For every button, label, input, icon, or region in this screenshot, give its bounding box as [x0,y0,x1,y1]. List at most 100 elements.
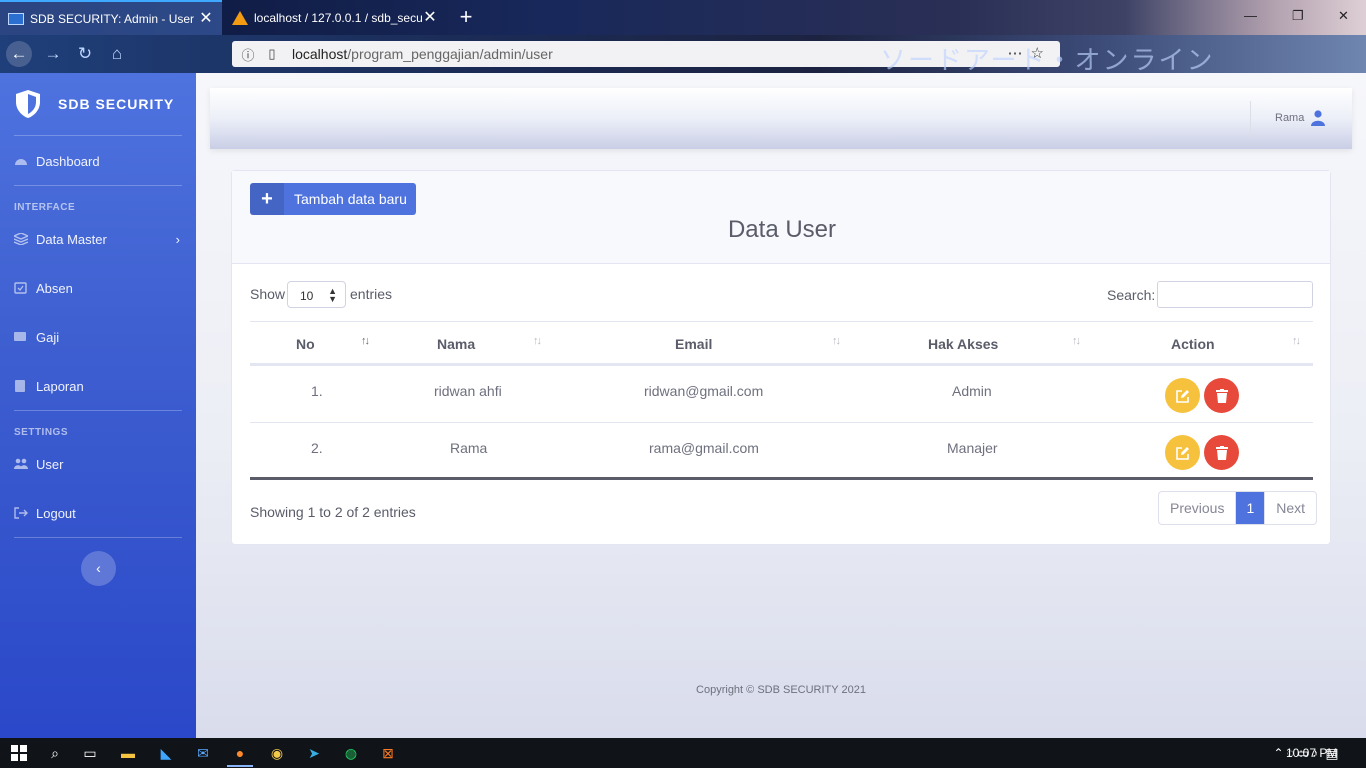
column-header-hak-akses[interactable]: Hak Akses [928,336,998,352]
table-row: 2. Rama rama@gmail.com Manajer [250,423,1313,480]
delete-button[interactable] [1204,378,1239,413]
close-tab-icon[interactable]: ✕ [198,10,214,27]
edit-icon [1175,446,1189,460]
shield-icon [16,90,40,118]
sidebar-item-absen[interactable]: Absen [14,278,182,298]
home-icon[interactable]: ⌂ [104,41,130,67]
vscode-icon[interactable]: ◣ [156,743,176,763]
sort-icon[interactable]: ↑↓ [832,335,841,347]
notifications-icon[interactable]: ▤ [1322,743,1342,763]
mail-icon[interactable]: ✉ [193,743,213,763]
theme-decoration-text: ソードアート・オンライン [880,46,1215,76]
entries-label: entries [350,286,393,302]
column-header-nama[interactable]: Nama [437,336,475,352]
topbar-divider [1250,101,1251,137]
cell-nama: ridwan ahfi [434,383,502,399]
cell-no: 1. [311,383,323,399]
edit-button[interactable] [1165,435,1200,470]
browser-tab-bar: SDB SECURITY: Admin - User ✕ localhost /… [0,0,1366,35]
search-icon[interactable]: ⌕ [45,743,65,763]
cell-nama: Rama [450,440,488,456]
cell-email: rama@gmail.com [649,440,759,456]
new-tab-icon[interactable]: + [456,6,476,28]
url-path: /program_penggajian/admin/user [347,46,553,62]
edit-icon [1175,389,1189,403]
reload-icon[interactable]: ↻ [72,41,98,67]
data-user-card: + Tambah data baru Data User Show 10 ▲ ▼ … [231,170,1331,545]
page-title-text: Data User [727,216,837,243]
site-favicon-icon [8,12,24,25]
show-label: Show [250,286,286,302]
sort-icon[interactable]: ↑↓ [533,335,542,347]
tab-title: localhost / 127.0.0.1 / sdb_secu [254,10,422,25]
task-view-icon[interactable]: ▭ [80,743,100,763]
sidebar-toggle-button[interactable]: ‹ [81,551,116,586]
sidebar: SDB SECURITY Dashboard INTERFACE Data Ma… [0,73,196,738]
sidebar-divider [14,537,182,538]
active-app-indicator [227,765,253,767]
sort-icon[interactable]: ↑↓ [1292,335,1301,347]
close-tab-icon[interactable]: ✕ [422,9,438,26]
chrome-icon[interactable]: ◉ [267,743,287,763]
sort-asc-icon[interactable]: ↑↓ [361,335,370,347]
page-icon: ▯ [268,46,276,61]
info-icon[interactable]: ⓘ [240,45,256,64]
select-arrows-icon: ▲ ▼ [328,286,337,304]
column-header-email[interactable]: Email [675,336,712,352]
trash-icon [1215,445,1228,460]
forward-icon[interactable]: → [40,41,66,67]
cell-no: 2. [311,440,323,456]
page-title: Data User [232,216,1332,244]
sidebar-item-gaji[interactable]: Gaji [14,327,182,347]
search-input[interactable] [1157,281,1313,308]
xampp-icon[interactable]: ⊠ [378,743,398,763]
browser-tab-phpmyadmin[interactable]: localhost / 127.0.0.1 / sdb_secu ✕ [224,0,446,35]
plus-icon: + [250,183,284,215]
sidebar-item-label: Data Master [36,231,107,247]
previous-page-button[interactable]: Previous [1159,492,1237,524]
page-content: SDB SECURITY Dashboard INTERFACE Data Ma… [0,73,1366,738]
chevron-right-icon: › [175,231,180,247]
sidebar-item-label: Laporan [36,378,84,394]
user-icon[interactable] [1311,110,1325,126]
telegram-icon[interactable]: ➤ [304,743,324,763]
add-data-button[interactable]: + Tambah data baru [250,183,416,215]
browser-tab-admin-user[interactable]: SDB SECURITY: Admin - User ✕ [0,0,222,35]
sidebar-item-dashboard[interactable]: Dashboard [14,151,182,171]
restore-window-icon[interactable]: ❐ [1292,8,1304,24]
page-1-button[interactable]: 1 [1236,492,1266,524]
edit-button[interactable] [1165,378,1200,413]
next-page-button[interactable]: Next [1265,492,1316,524]
url-text[interactable]: localhost/program_penggajian/admin/user [292,46,553,62]
delete-button[interactable] [1204,435,1239,470]
sidebar-item-laporan[interactable]: Laporan [14,376,182,396]
cell-email: ridwan@gmail.com [644,383,764,399]
file-explorer-icon[interactable]: ▬ [118,743,138,763]
footer-copyright: Copyright © SDB SECURITY 2021 [696,684,866,696]
minimize-window-icon[interactable]: — [1244,8,1257,23]
sidebar-divider [14,135,182,136]
entries-length-value: 10 [300,289,314,303]
trash-icon [1215,388,1228,403]
sidebar-item-user[interactable]: User [14,454,182,474]
chevron-left-icon: ‹ [96,560,101,576]
firefox-icon[interactable]: ● [230,743,250,763]
windows-start-icon[interactable] [9,743,29,763]
sidebar-brand[interactable]: SDB SECURITY [14,89,174,119]
sidebar-item-logout[interactable]: Logout [14,503,182,523]
sidebar-divider [14,185,182,186]
sidebar-item-label: Logout [36,505,76,521]
money-icon [14,332,26,341]
layers-icon [14,233,28,245]
close-window-icon[interactable]: ✕ [1338,8,1349,24]
topbar-user-name[interactable]: Rama [1275,112,1304,124]
column-header-action[interactable]: Action [1171,336,1215,352]
back-icon[interactable]: ← [6,41,32,67]
whatsapp-icon[interactable]: ◍ [341,743,361,763]
sort-icon[interactable]: ↑↓ [1072,335,1081,347]
column-header-no[interactable]: No [296,336,315,352]
sidebar-item-data-master[interactable]: Data Master › [14,229,182,249]
sidebar-heading-settings: SETTINGS [14,427,69,438]
add-data-label: Tambah data baru [294,191,407,207]
entries-length-select[interactable]: 10 ▲ ▼ [287,281,346,308]
